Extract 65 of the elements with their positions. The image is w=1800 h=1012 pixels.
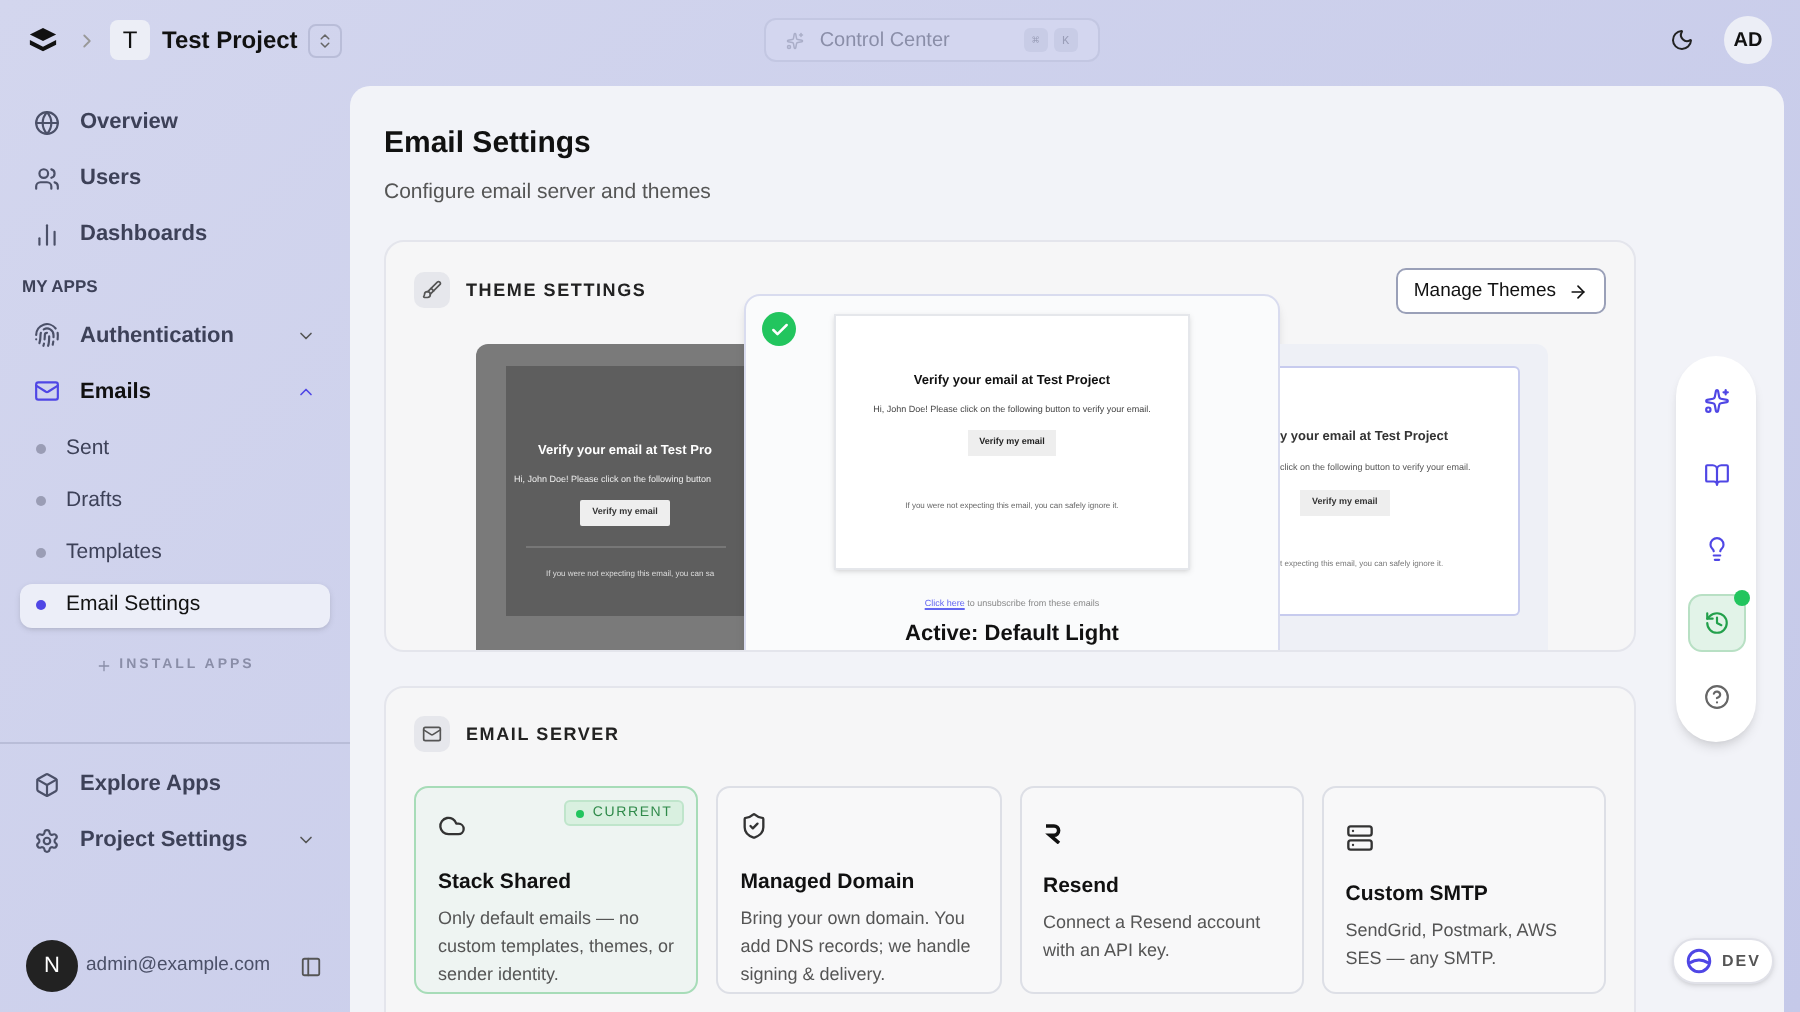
option-title: Custom SMTP [1345, 880, 1490, 911]
users-icon [34, 165, 60, 191]
sidebar-item[interactable]: Users [20, 150, 330, 206]
section-title: THEME SETTINGS [466, 277, 647, 303]
cube-icon [34, 771, 60, 798]
option-title: Stack Shared [438, 868, 574, 899]
user-avatar[interactable]: N [26, 940, 78, 992]
project-name[interactable]: Test Project [162, 22, 298, 58]
shield-check-icon [740, 812, 769, 841]
option-description: Connect a Resend account with an API key. [1043, 910, 1263, 964]
server-option-card[interactable]: Managed Domain Bring your own domain. You add DNS records; we handle signing & delivery. [716, 786, 1001, 995]
environment-label: DEV [1722, 949, 1761, 973]
option-title: Managed Domain [740, 868, 917, 899]
user-avatar[interactable]: AD [1724, 16, 1772, 64]
page-title: Email Settings [384, 124, 593, 164]
panel-toggle-icon[interactable] [300, 955, 322, 977]
manage-themes-button[interactable]: Manage Themes [1395, 268, 1606, 315]
sidebar-subitem[interactable]: Sent [20, 427, 330, 472]
globe-logo-icon [1686, 948, 1712, 974]
option-description: SendGrid, Postmark, AWS SES — any SMTP. [1345, 918, 1559, 972]
cloud-icon [438, 812, 466, 841]
mail-icon [34, 378, 60, 405]
brush-icon [414, 272, 450, 309]
fingerprint-icon [34, 322, 60, 349]
settings-icon [34, 827, 60, 854]
page-subtitle: Configure email server and themes [384, 177, 713, 207]
server-icon [1345, 824, 1374, 853]
search-placeholder: Control Center [819, 27, 950, 55]
up-down-chevron-icon [315, 31, 334, 49]
sidebar-subitem[interactable]: Email Settings [20, 583, 330, 628]
globe-icon [34, 109, 60, 135]
sidebar-item[interactable]: Authentication [20, 307, 330, 364]
toolbar-button[interactable] [1687, 594, 1745, 652]
project-switcher-button[interactable] [307, 23, 342, 57]
sidebar-item[interactable]: Emails [20, 363, 330, 420]
option-title: Resend [1043, 872, 1121, 903]
server-option-card[interactable]: Resend Connect a Resend account with an API key. [1019, 786, 1304, 995]
book-icon [1703, 462, 1729, 488]
chart-icon [34, 221, 60, 247]
stacked-logo-icon[interactable] [28, 25, 58, 55]
sparkles-icon [785, 31, 804, 49]
option-description: Bring your own domain. You add DNS records; we handle signing & delivery. [740, 906, 973, 988]
plus-icon [95, 658, 112, 674]
lightbulb-icon [1703, 536, 1729, 562]
help-icon [1703, 684, 1729, 710]
moon-icon[interactable] [1670, 28, 1694, 52]
sidebar-item[interactable]: Explore Apps [20, 756, 330, 813]
active-theme-label: Active: Default Light [905, 620, 1119, 650]
sidebar-item[interactable]: Project Settings [20, 812, 330, 869]
option-description: Only default emails — no custom templates, themes, or sender identity. [438, 906, 675, 988]
arrow-right-icon [1568, 281, 1588, 302]
sidebar-subitem[interactable]: Drafts [20, 479, 330, 524]
section-title: EMAIL SERVER [466, 721, 620, 747]
environment-badge[interactable]: DEV [1672, 938, 1775, 984]
sparkles-icon [1703, 388, 1729, 414]
mail-icon [414, 716, 450, 753]
sidebar-subitem[interactable]: Templates [20, 531, 330, 576]
resend-logo-icon [1043, 824, 1061, 845]
sidebar-item[interactable]: Overview [20, 94, 330, 150]
server-option-card[interactable]: Custom SMTP SendGrid, Postmark, AWS SES — any SMTP. [1321, 786, 1606, 995]
project-avatar: T [110, 20, 150, 60]
section-title: MY APPS [20, 274, 100, 300]
sidebar-item[interactable]: Dashboards [20, 206, 330, 262]
user-email: admin@example.com [86, 951, 271, 980]
history-icon [1703, 610, 1729, 636]
